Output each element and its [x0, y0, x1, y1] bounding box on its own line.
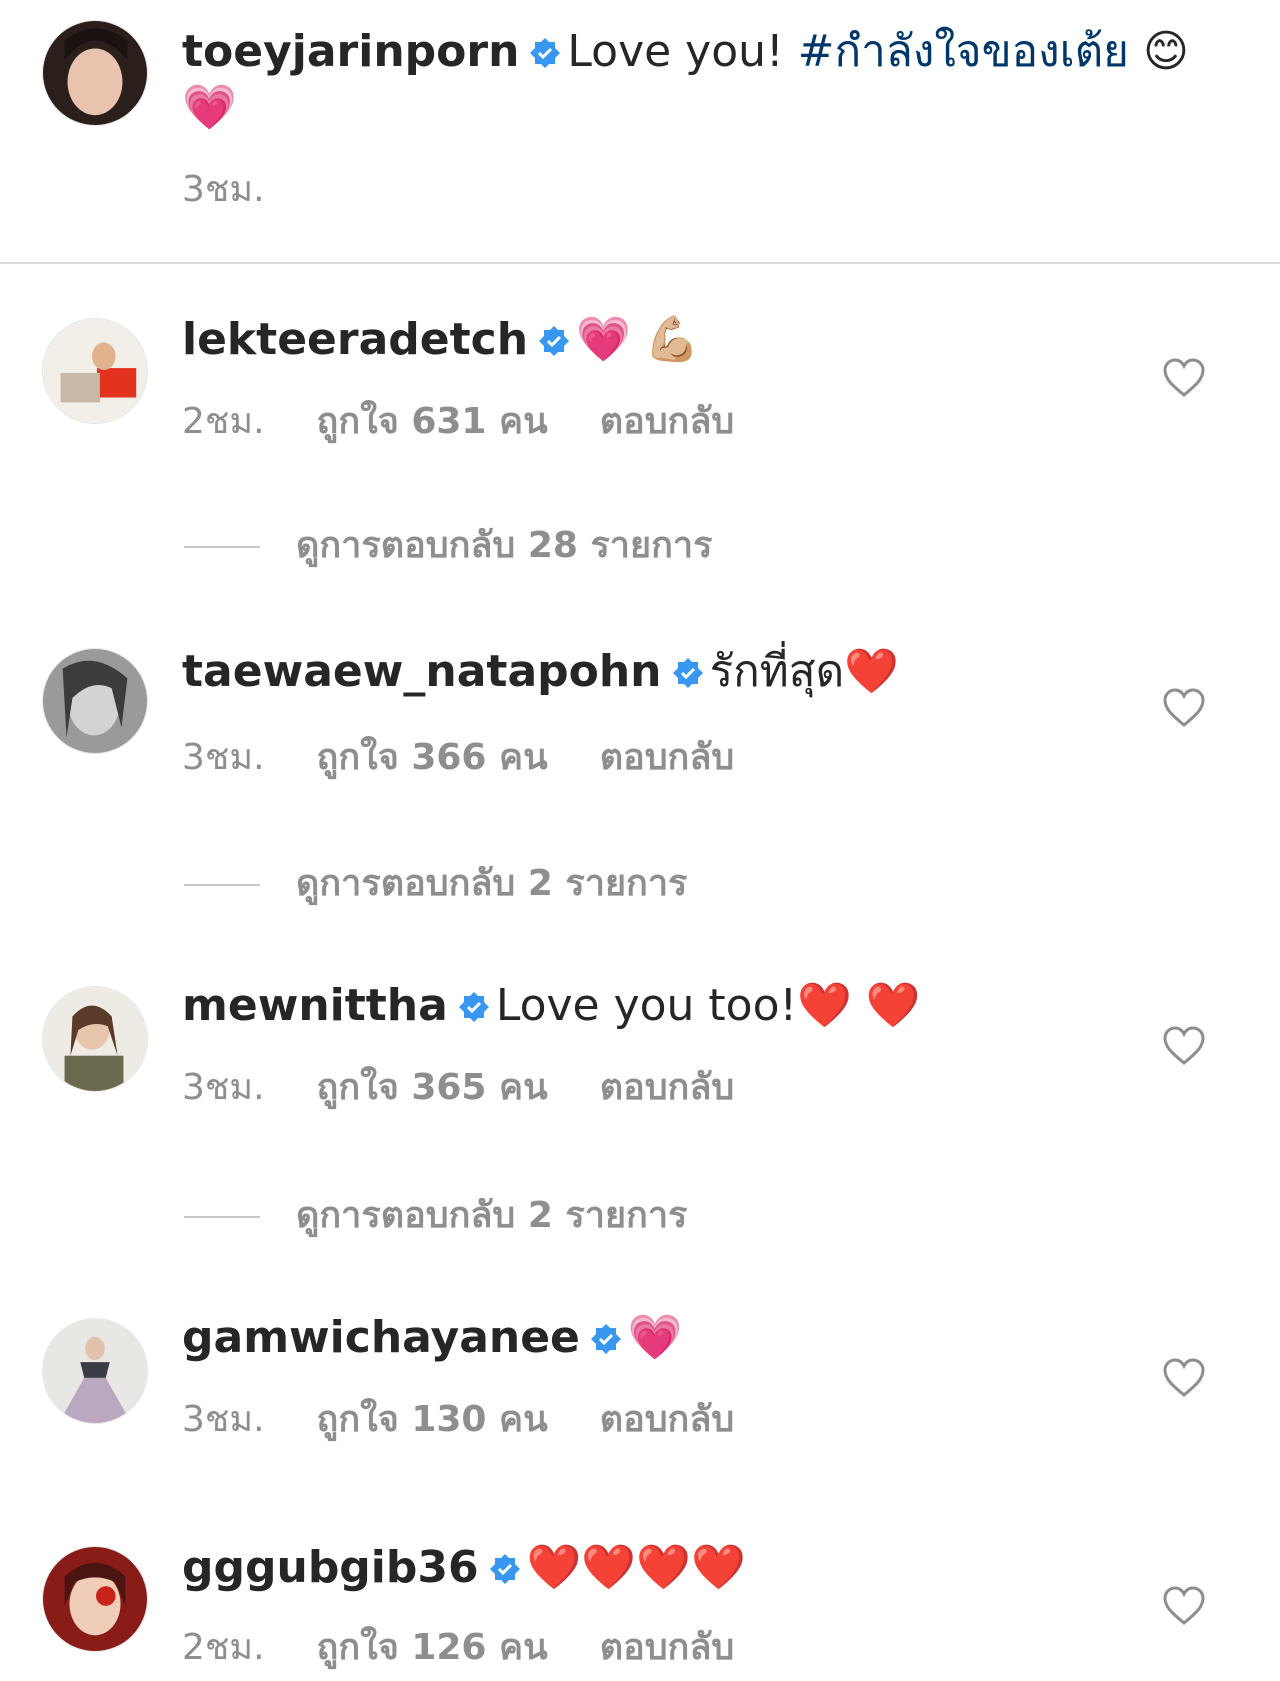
- avatar[interactable]: [42, 1546, 148, 1652]
- likes-count[interactable]: ถูกใจ 365 คน: [317, 1067, 548, 1108]
- heart-outline-icon[interactable]: [1162, 358, 1206, 398]
- verified-badge-icon: [489, 1553, 521, 1585]
- timestamp: 2ชม.: [182, 401, 265, 442]
- replies-divider: [184, 1216, 260, 1218]
- reply-button[interactable]: ตอบกลับ: [600, 1627, 735, 1668]
- comment-text-line: lekteeradetch 💗 💪🏼: [182, 312, 1160, 368]
- caption-time: 3ชม.: [182, 168, 317, 212]
- comment-text: ❤️❤️❤️❤️: [526, 1542, 746, 1593]
- comment-text: 💗 💪🏼: [576, 314, 700, 365]
- verified-badge-icon: [529, 37, 561, 69]
- timestamp: 3ชม.: [182, 1399, 265, 1440]
- username[interactable]: gamwichayanee: [182, 1312, 580, 1363]
- username[interactable]: mewnittha: [182, 980, 448, 1031]
- likes-count[interactable]: ถูกใจ 366 คน: [317, 737, 548, 778]
- view-replies-label: ดูการตอบกลับ 28 รายการ: [296, 525, 713, 566]
- username[interactable]: taewaew_natapohn: [182, 646, 662, 697]
- heart-outline-icon[interactable]: [1162, 688, 1206, 728]
- avatar[interactable]: [42, 20, 148, 126]
- verified-badge-icon: [672, 657, 704, 689]
- view-replies-button[interactable]: ดูการตอบกลับ 28 รายการ: [184, 524, 712, 568]
- comment-text: รักที่สุด❤️: [709, 646, 900, 697]
- replies-divider: [184, 884, 260, 886]
- post-caption: toeyjarinporn Love you! #กำลังใจของเต้ย 😊…: [0, 0, 1280, 262]
- comment-text-line: mewnittha Love you too!❤️ ❤️: [182, 978, 1160, 1034]
- view-replies-label: ดูการตอบกลับ 2 รายการ: [296, 1195, 688, 1236]
- comment-meta: 3ชม. ถูกใจ 365 คน ตอบกลับ: [182, 1066, 786, 1110]
- verified-badge-icon: [458, 991, 490, 1023]
- replies-divider: [184, 546, 260, 548]
- caption-text: Love you!: [567, 26, 798, 77]
- heart-outline-icon[interactable]: [1162, 1586, 1206, 1626]
- likes-count[interactable]: ถูกใจ 631 คน: [317, 401, 548, 442]
- comment-meta: 3ชม. ถูกใจ 130 คน ตอบกลับ: [182, 1398, 786, 1442]
- comment-text-line: gggubgib36 ❤️❤️❤️❤️: [182, 1540, 1160, 1596]
- comment-meta: 2ชม. ถูกใจ 631 คน ตอบกลับ: [182, 400, 786, 444]
- avatar[interactable]: [42, 1318, 148, 1424]
- avatar[interactable]: [42, 986, 148, 1092]
- username[interactable]: toeyjarinporn: [182, 26, 519, 77]
- comment-meta: 3ชม. ถูกใจ 366 คน ตอบกลับ: [182, 736, 786, 780]
- comment-meta: 2ชม. ถูกใจ 126 คน ตอบกลับ: [182, 1626, 786, 1670]
- reply-button[interactable]: ตอบกลับ: [600, 1399, 735, 1440]
- view-replies-button[interactable]: ดูการตอบกลับ 2 รายการ: [184, 1194, 687, 1238]
- avatar[interactable]: [42, 648, 148, 754]
- reply-button[interactable]: ตอบกลับ: [600, 737, 735, 778]
- caption-text-line: toeyjarinporn Love you! #กำลังใจของเต้ย 😊…: [182, 24, 1220, 136]
- timestamp: 3ชม.: [182, 737, 265, 778]
- verified-badge-icon: [538, 325, 570, 357]
- view-replies-button[interactable]: ดูการตอบกลับ 2 รายการ: [184, 862, 687, 906]
- heart-outline-icon[interactable]: [1162, 1026, 1206, 1066]
- likes-count[interactable]: ถูกใจ 130 คน: [317, 1399, 548, 1440]
- username[interactable]: gggubgib36: [182, 1542, 479, 1593]
- timestamp: 3ชม.: [182, 169, 265, 210]
- hashtag-link[interactable]: #กำลังใจของเต้ย: [798, 26, 1129, 77]
- reply-button[interactable]: ตอบกลับ: [600, 401, 735, 442]
- avatar[interactable]: [42, 318, 148, 424]
- timestamp: 2ชม.: [182, 1627, 265, 1668]
- verified-badge-icon: [590, 1323, 622, 1355]
- username[interactable]: lekteeradetch: [182, 314, 528, 365]
- heart-outline-icon[interactable]: [1162, 1358, 1206, 1398]
- divider: [0, 262, 1280, 264]
- view-replies-label: ดูการตอบกลับ 2 รายการ: [296, 863, 688, 904]
- comment-text: Love you too!❤️ ❤️: [495, 980, 921, 1031]
- reply-button[interactable]: ตอบกลับ: [600, 1067, 735, 1108]
- timestamp: 3ชม.: [182, 1067, 265, 1108]
- comment-text-line: gamwichayanee 💗: [182, 1310, 1160, 1366]
- likes-count[interactable]: ถูกใจ 126 คน: [317, 1627, 548, 1668]
- comment-text: 💗: [627, 1312, 683, 1363]
- comment-text-line: taewaew_natapohn รักที่สุด❤️: [182, 644, 1160, 700]
